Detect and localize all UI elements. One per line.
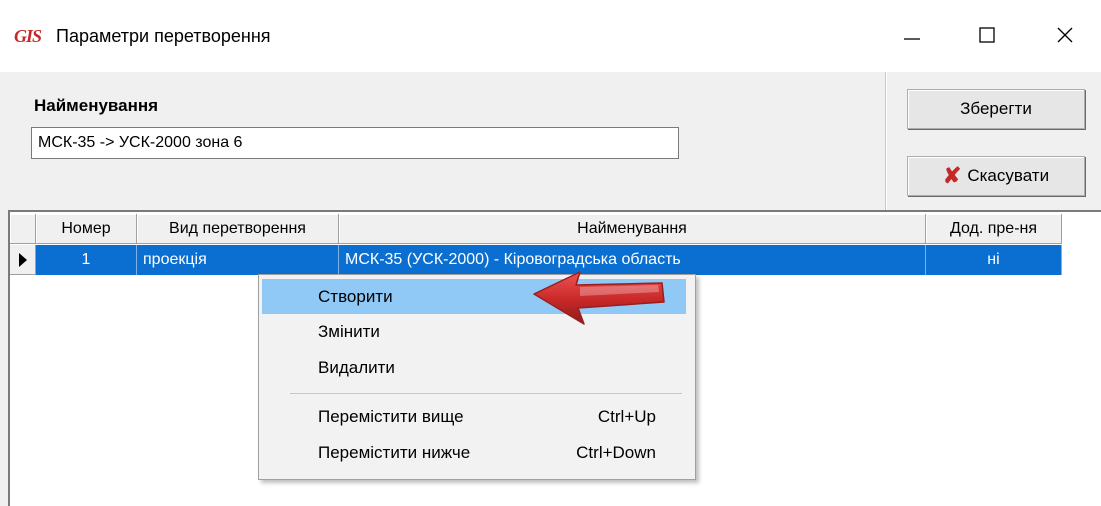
panel-divider bbox=[885, 72, 887, 210]
save-button[interactable]: Зберегти bbox=[907, 89, 1085, 129]
menu-item-delete[interactable]: Видалити bbox=[262, 350, 686, 385]
menu-item-move-up[interactable]: Перемістити вище Ctrl+Up bbox=[262, 399, 686, 434]
red-x-icon: ✘ bbox=[942, 163, 962, 188]
minimize-icon bbox=[904, 38, 920, 40]
row-indicator[interactable] bbox=[10, 245, 36, 275]
close-button[interactable] bbox=[1035, 12, 1095, 58]
close-icon bbox=[1057, 27, 1073, 43]
menu-item-label: Видалити bbox=[318, 357, 395, 377]
menu-separator bbox=[290, 393, 682, 394]
current-row-arrow-icon bbox=[18, 252, 27, 267]
maximize-button[interactable] bbox=[957, 12, 1017, 58]
table-cell-additional[interactable]: ні bbox=[926, 245, 1062, 275]
menu-item-label: Перемістити вище bbox=[318, 406, 464, 426]
annotation-arrow-icon bbox=[533, 271, 665, 325]
table-cell-type[interactable]: проекція bbox=[137, 245, 339, 275]
table-cell-number[interactable]: 1 bbox=[36, 245, 137, 275]
window-title: Параметри перетворення bbox=[56, 26, 271, 46]
row-indicator-header bbox=[10, 214, 36, 244]
menu-item-label: Перемістити нижче bbox=[318, 442, 471, 462]
column-header-additional[interactable]: Дод. пре-ня bbox=[926, 214, 1062, 244]
cancel-button[interactable]: ✘ Скасувати bbox=[907, 156, 1085, 196]
column-header-name[interactable]: Найменування bbox=[339, 214, 926, 244]
cancel-button-label: Скасувати bbox=[967, 166, 1050, 185]
name-label: Найменування bbox=[34, 96, 159, 115]
save-button-label: Зберегти bbox=[960, 99, 1032, 118]
column-header-number[interactable]: Номер bbox=[36, 214, 137, 244]
minimize-button[interactable] bbox=[882, 12, 942, 58]
app-logo: GIS bbox=[14, 26, 42, 46]
menu-item-label: Створити bbox=[318, 286, 393, 306]
maximize-icon bbox=[979, 27, 995, 43]
column-header-type[interactable]: Вид перетворення bbox=[137, 214, 339, 244]
name-input[interactable] bbox=[31, 127, 679, 159]
menu-item-label: Змінити bbox=[318, 321, 380, 341]
menu-item-shortcut: Ctrl+Up bbox=[597, 406, 656, 426]
menu-item-move-down[interactable]: Перемістити нижче Ctrl+Down bbox=[262, 435, 686, 470]
menu-item-shortcut: Ctrl+Down bbox=[576, 442, 656, 462]
